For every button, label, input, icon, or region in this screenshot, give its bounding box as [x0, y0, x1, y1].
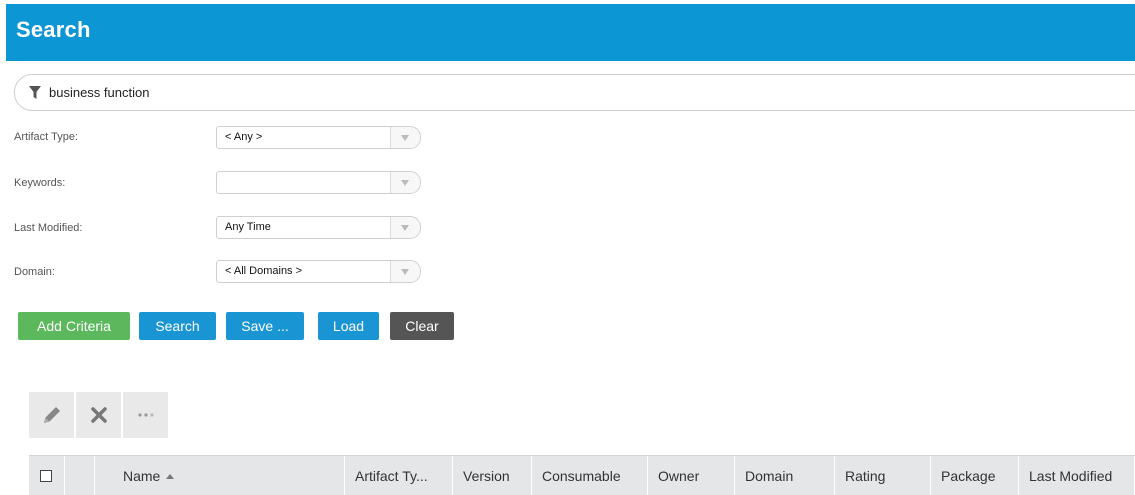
select-all-checkbox[interactable]: [40, 470, 52, 482]
column-package[interactable]: Package: [933, 456, 1019, 495]
artifact-type-dropdown-toggle[interactable]: [390, 127, 420, 148]
column-artifact-type[interactable]: Artifact Ty...: [347, 456, 453, 495]
results-grid-header: Name Artifact Ty... Version Consumable O…: [29, 455, 1135, 495]
column-owner[interactable]: Owner: [650, 456, 735, 495]
filter-text: business function: [49, 85, 150, 100]
page-title: Search: [16, 17, 91, 42]
column-rating[interactable]: Rating: [837, 456, 931, 495]
chevron-down-icon: [401, 180, 409, 186]
column-artifact-type-label: Artifact Ty...: [355, 468, 428, 484]
grid-toolbar: [29, 392, 170, 438]
artifact-type-value: < Any >: [225, 131, 263, 143]
column-spacer: [65, 456, 95, 495]
add-criteria-button[interactable]: Add Criteria: [18, 312, 130, 340]
edit-button[interactable]: [29, 392, 74, 438]
last-modified-label: Last Modified:: [14, 222, 83, 234]
last-modified-value: Any Time: [225, 221, 271, 233]
artifact-type-label: Artifact Type:: [14, 131, 78, 143]
column-version[interactable]: Version: [455, 456, 532, 495]
filter-icon: [29, 86, 41, 99]
search-button[interactable]: Search: [139, 312, 216, 340]
more-icon: [138, 413, 154, 417]
delete-button[interactable]: [76, 392, 121, 438]
column-select-all[interactable]: [29, 456, 65, 495]
column-version-label: Version: [463, 468, 510, 484]
keywords-label: Keywords:: [14, 177, 66, 189]
column-rating-label: Rating: [845, 468, 886, 484]
column-name-label: Name: [123, 468, 161, 484]
domain-label: Domain:: [14, 266, 55, 278]
column-last-modified-label: Last Modified: [1029, 468, 1113, 484]
column-package-label: Package: [941, 468, 996, 484]
pencil-icon: [44, 407, 60, 423]
keywords-dropdown-toggle[interactable]: [390, 172, 420, 193]
keywords-select[interactable]: [216, 171, 421, 194]
clear-button[interactable]: Clear: [390, 312, 454, 340]
more-actions-button[interactable]: [123, 392, 168, 438]
artifact-type-select[interactable]: < Any >: [216, 126, 421, 149]
chevron-down-icon: [401, 269, 409, 275]
domain-value: < All Domains >: [225, 265, 303, 277]
column-owner-label: Owner: [658, 468, 700, 484]
column-name[interactable]: Name: [115, 456, 345, 495]
sort-ascending-icon: [166, 473, 175, 479]
column-domain-label: Domain: [745, 468, 794, 484]
column-last-modified[interactable]: Last Modified: [1021, 456, 1135, 495]
column-domain[interactable]: Domain: [737, 456, 835, 495]
load-button[interactable]: Load: [318, 312, 379, 340]
search-filter-bar[interactable]: business function: [14, 74, 1135, 111]
last-modified-dropdown-toggle[interactable]: [390, 217, 420, 238]
last-modified-select[interactable]: Any Time: [216, 216, 421, 239]
domain-select[interactable]: < All Domains >: [216, 260, 421, 283]
close-icon: [91, 407, 107, 423]
page-header: Search: [6, 4, 1135, 61]
column-consumable-label: Consumable: [542, 468, 621, 484]
chevron-down-icon: [401, 135, 409, 141]
chevron-down-icon: [401, 225, 409, 231]
column-consumable[interactable]: Consumable: [534, 456, 648, 495]
save-button[interactable]: Save ...: [226, 312, 304, 340]
domain-dropdown-toggle[interactable]: [390, 261, 420, 282]
